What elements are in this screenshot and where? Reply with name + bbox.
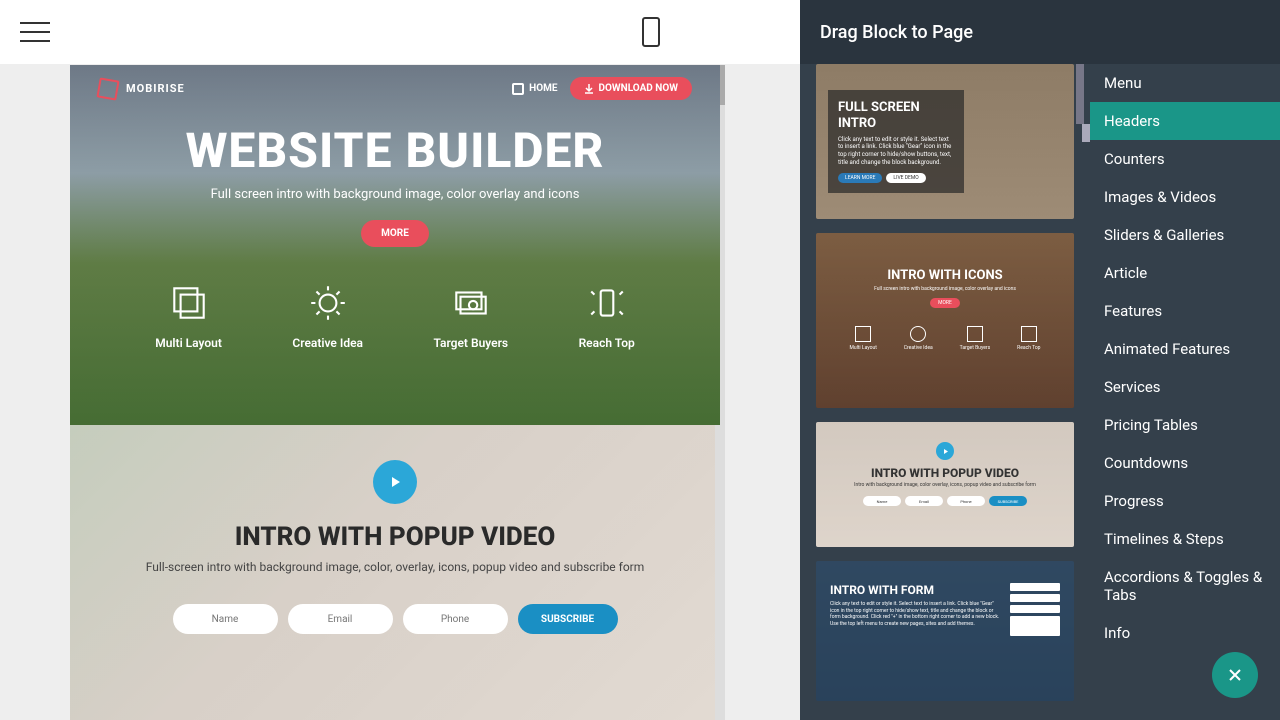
category-countdowns[interactable]: Countdowns (1090, 444, 1280, 482)
canvas: MOBIRISE HOME DOWNLOAD NOW WE (0, 65, 800, 720)
category-animated-features[interactable]: Animated Features (1090, 330, 1280, 368)
more-button[interactable]: MORE (361, 220, 429, 247)
sun-icon (307, 282, 349, 324)
feature-reach-top[interactable]: Reach Top (579, 282, 635, 350)
hero-block[interactable]: MOBIRISE HOME DOWNLOAD NOW WE (70, 65, 720, 425)
email-field[interactable] (288, 604, 393, 634)
category-list: MenuHeadersCountersImages & VideosSlider… (1090, 0, 1280, 720)
category-accordions-toggles-tabs[interactable]: Accordions & Toggles & Tabs (1090, 558, 1280, 614)
block2-subtitle[interactable]: Full-screen intro with background image,… (70, 560, 720, 574)
blocks-panel: FULL SCREEN INTRO Click any text to edit… (800, 0, 1280, 720)
feature-creative-idea[interactable]: Creative Idea (292, 282, 363, 350)
thumbs-scrollbar-handle[interactable] (1082, 124, 1090, 142)
thumbs-scrollbar[interactable] (1076, 64, 1084, 124)
category-services[interactable]: Services (1090, 368, 1280, 406)
play-icon (387, 474, 403, 490)
brand-text: MOBIRISE (126, 82, 185, 95)
hero-subtitle[interactable]: Full screen intro with background image,… (90, 187, 700, 202)
close-icon (1226, 666, 1244, 684)
money-icon (450, 282, 492, 324)
category-images-videos[interactable]: Images & Videos (1090, 178, 1280, 216)
video-intro-block[interactable]: INTRO WITH POPUP VIDEO Full-screen intro… (70, 425, 720, 720)
thumb-play-icon (936, 442, 954, 460)
close-panel-button[interactable] (1212, 652, 1258, 698)
block-thumbnails: FULL SCREEN INTRO Click any text to edit… (800, 0, 1090, 720)
block2-title[interactable]: INTRO WITH POPUP VIDEO (70, 522, 720, 552)
feature-multi-layout[interactable]: Multi Layout (155, 282, 222, 350)
panel-title: Drag Block to Page (800, 0, 1280, 64)
subscribe-button[interactable]: SUBSCRIBE (518, 604, 618, 634)
layout-icon (168, 282, 210, 324)
category-headers[interactable]: Headers (1090, 102, 1280, 140)
thumb-intro-icons[interactable]: INTRO WITH ICONS Full screen intro with … (816, 233, 1074, 408)
menu-toggle-icon[interactable] (20, 22, 50, 42)
download-icon (584, 84, 594, 94)
name-field[interactable] (173, 604, 278, 634)
hero-title[interactable]: WEBSITE BUILDER (90, 122, 700, 179)
thumb-intro-form[interactable]: INTRO WITH FORM Click any text to edit o… (816, 561, 1074, 701)
home-link[interactable]: HOME (512, 83, 557, 95)
category-sliders-galleries[interactable]: Sliders & Galleries (1090, 216, 1280, 254)
feature-target-buyers[interactable]: Target Buyers (433, 282, 508, 350)
category-counters[interactable]: Counters (1090, 140, 1280, 178)
topbar (0, 0, 800, 65)
download-button[interactable]: DOWNLOAD NOW (570, 77, 693, 100)
play-button[interactable] (373, 460, 417, 504)
brand-logo[interactable]: MOBIRISE (98, 79, 185, 99)
home-icon (512, 83, 524, 95)
category-timelines-steps[interactable]: Timelines & Steps (1090, 520, 1280, 558)
category-info[interactable]: Info (1090, 614, 1280, 652)
category-features[interactable]: Features (1090, 292, 1280, 330)
phone-rays-icon (586, 282, 628, 324)
thumb-intro-video[interactable]: INTRO WITH POPUP VIDEO Intro with backgr… (816, 422, 1074, 547)
category-progress[interactable]: Progress (1090, 482, 1280, 520)
category-menu[interactable]: Menu (1090, 64, 1280, 102)
category-pricing-tables[interactable]: Pricing Tables (1090, 406, 1280, 444)
thumb-fullscreen-intro[interactable]: FULL SCREEN INTRO Click any text to edit… (816, 64, 1074, 219)
device-preview-icon[interactable] (642, 17, 660, 47)
phone-field[interactable] (403, 604, 508, 634)
home-label: HOME (529, 83, 557, 94)
logo-icon (96, 77, 119, 100)
category-article[interactable]: Article (1090, 254, 1280, 292)
